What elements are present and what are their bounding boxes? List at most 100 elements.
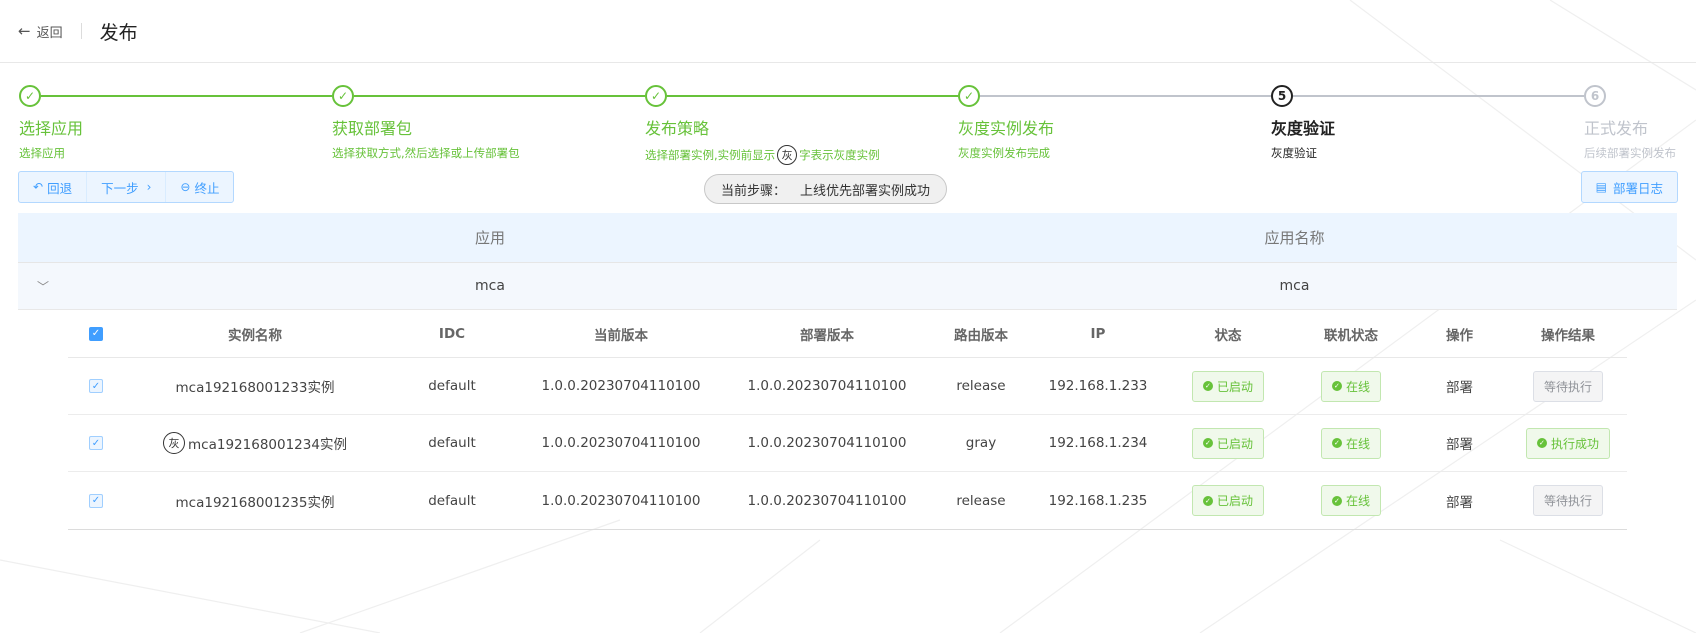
current-step-value: 上线优先部署实例成功 <box>800 183 931 199</box>
deploy-action[interactable]: 部署 <box>1410 491 1509 511</box>
table-row: ✓ mca192168001233实例 default 1.0.0.202307… <box>68 358 1627 415</box>
table-row: ✓ mca192168001235实例 default 1.0.0.202307… <box>68 472 1627 529</box>
step-connector <box>354 95 645 97</box>
header-ip: IP <box>1090 325 1106 342</box>
route-version-cell: release <box>956 378 1006 394</box>
step-connector <box>1293 95 1584 97</box>
page-header: ← 返回 发布 <box>0 0 1696 63</box>
step-6: 6 正式发布 后续部署实例发布 <box>1584 85 1676 161</box>
status-badge: ✓ 在线 <box>1320 427 1381 459</box>
ip-cell: 192.168.1.233 <box>1048 378 1148 394</box>
online-text: 在线 <box>1345 494 1370 508</box>
app-cell: mca <box>475 278 505 294</box>
step-desc-before: 选择部署实例,实例前显示 <box>645 148 776 162</box>
chevron-down-icon[interactable]: ﹀ <box>18 278 68 295</box>
step-title: 灰度验证 <box>1271 119 1336 138</box>
step-connector <box>41 95 332 97</box>
rollback-label: 回退 <box>47 180 73 196</box>
step-desc: 灰度验证 <box>1271 146 1317 160</box>
row-checkbox[interactable]: ✓ <box>68 436 124 450</box>
action-row: ↶ 回退 下一步 › ⊖ 终止 当前步骤： 上线优先部署实例成功 ▤ 部署日志 <box>0 163 1696 205</box>
instance-table: ✓ 实例名称 IDC 当前版本 部署版本 路由版本 IP 状态 联机状态 操作 … <box>68 310 1627 530</box>
stop-button[interactable]: ⊖ 终止 <box>166 172 233 202</box>
header-idc: IDC <box>438 325 466 342</box>
undo-icon: ↶ <box>33 180 44 194</box>
status-badge: ✓ 已启动 <box>1191 485 1264 516</box>
step-title: 发布策略 <box>645 119 710 138</box>
check-icon: ✓ <box>958 85 980 107</box>
state-cell: ✓ 已启动 <box>1164 427 1292 459</box>
header-state: 状态 <box>1214 327 1242 344</box>
idc-cell: default <box>428 378 476 394</box>
row-checkbox[interactable]: ✓ <box>68 379 124 393</box>
step-title: 正式发布 <box>1584 119 1649 138</box>
current-step-label: 当前步骤： <box>721 183 787 199</box>
deploy-action[interactable]: 部署 <box>1410 433 1509 453</box>
step-title: 选择应用 <box>19 119 84 138</box>
instance-name: mca192168001233实例 <box>175 380 335 396</box>
select-all-checkbox[interactable]: ✓ <box>68 326 124 341</box>
check-circle-icon: ✓ <box>1331 438 1342 448</box>
table-row: ✓ 灰 mca192168001234实例 default 1.0.0.2023… <box>68 415 1627 472</box>
online-text: 在线 <box>1345 436 1370 451</box>
header-operation: 操作 <box>1446 327 1473 344</box>
gray-badge-icon: 灰 <box>163 432 186 454</box>
step-connector <box>667 95 958 97</box>
page-title: 发布 <box>99 21 138 44</box>
result-cell: 等待执行 <box>1509 485 1627 516</box>
deploy-version-cell: 1.0.0.20230704110100 <box>747 378 907 394</box>
result-badge: 等待执行 <box>1532 485 1603 516</box>
check-icon: ✓ <box>89 326 103 341</box>
step-title: 获取部署包 <box>332 119 413 138</box>
step-desc-after: 字表示灰度实例 <box>799 148 880 162</box>
row-checkbox[interactable]: ✓ <box>68 493 124 508</box>
state-text: 已启动 <box>1216 379 1253 394</box>
gray-badge-icon: 灰 <box>777 145 798 165</box>
state-cell: ✓ 已启动 <box>1164 485 1292 516</box>
check-circle-icon: ✓ <box>1331 381 1342 391</box>
route-version-cell: release <box>956 492 1006 509</box>
stop-label: 终止 <box>194 180 220 196</box>
status-badge: ✓ 在线 <box>1320 370 1381 402</box>
check-icon: ✓ <box>89 436 103 450</box>
result-badge: ✓ 执行成功 <box>1525 427 1610 459</box>
current-version-cell: 1.0.0.20230704110100 <box>541 492 701 509</box>
rollback-button[interactable]: ↶ 回退 <box>19 172 88 202</box>
instance-table-header: ✓ 实例名称 IDC 当前版本 部署版本 路由版本 IP 状态 联机状态 操作 … <box>68 310 1627 358</box>
check-circle-icon: ✓ <box>1202 495 1213 506</box>
deploy-version-cell: 1.0.0.20230704110100 <box>747 492 907 509</box>
online-cell: ✓ 在线 <box>1292 427 1410 459</box>
next-step-button[interactable]: 下一步 › <box>87 172 167 202</box>
ip-cell: 192.168.1.234 <box>1048 435 1148 451</box>
idc-cell: default <box>428 492 476 509</box>
step-desc: 选择应用 <box>19 146 65 160</box>
ip-cell: 192.168.1.235 <box>1048 492 1148 509</box>
idc-cell: default <box>428 435 476 451</box>
check-circle-icon: ✓ <box>1202 381 1213 391</box>
step-desc: 灰度实例发布完成 <box>958 146 1050 160</box>
deploy-log-label: 部署日志 <box>1612 180 1663 196</box>
back-button[interactable]: ← 返回 <box>18 22 63 41</box>
app-name-cell: mca <box>1279 278 1310 294</box>
step-3: ✓ 发布策略 选择部署实例,实例前显示 灰 字表示灰度实例 <box>645 85 880 165</box>
app-table-header: 应用 应用名称 <box>18 213 1677 263</box>
check-icon: ✓ <box>332 85 354 107</box>
status-badge: ✓ 已启动 <box>1191 370 1264 402</box>
deploy-action[interactable]: 部署 <box>1410 376 1509 396</box>
check-circle-icon: ✓ <box>1202 438 1213 448</box>
header-route-version: 路由版本 <box>954 327 1008 344</box>
state-cell: ✓ 已启动 <box>1164 370 1292 402</box>
result-cell: ✓ 执行成功 <box>1509 427 1627 459</box>
check-icon: ✓ <box>645 85 667 107</box>
instance-name-cell: 灰 mca192168001234实例 <box>124 432 386 454</box>
check-icon: ✓ <box>19 85 41 107</box>
check-icon: ✓ <box>89 493 103 508</box>
deploy-log-button[interactable]: ▤ 部署日志 <box>1580 171 1678 203</box>
next-label: 下一步 <box>101 180 139 196</box>
header-current-version: 当前版本 <box>594 327 648 344</box>
step-desc: 选择部署实例,实例前显示 灰 字表示灰度实例 <box>645 145 880 165</box>
state-text: 已启动 <box>1216 436 1253 451</box>
back-label: 返回 <box>36 25 63 41</box>
header-online: 联机状态 <box>1324 327 1378 344</box>
result-badge: 等待执行 <box>1532 370 1603 402</box>
